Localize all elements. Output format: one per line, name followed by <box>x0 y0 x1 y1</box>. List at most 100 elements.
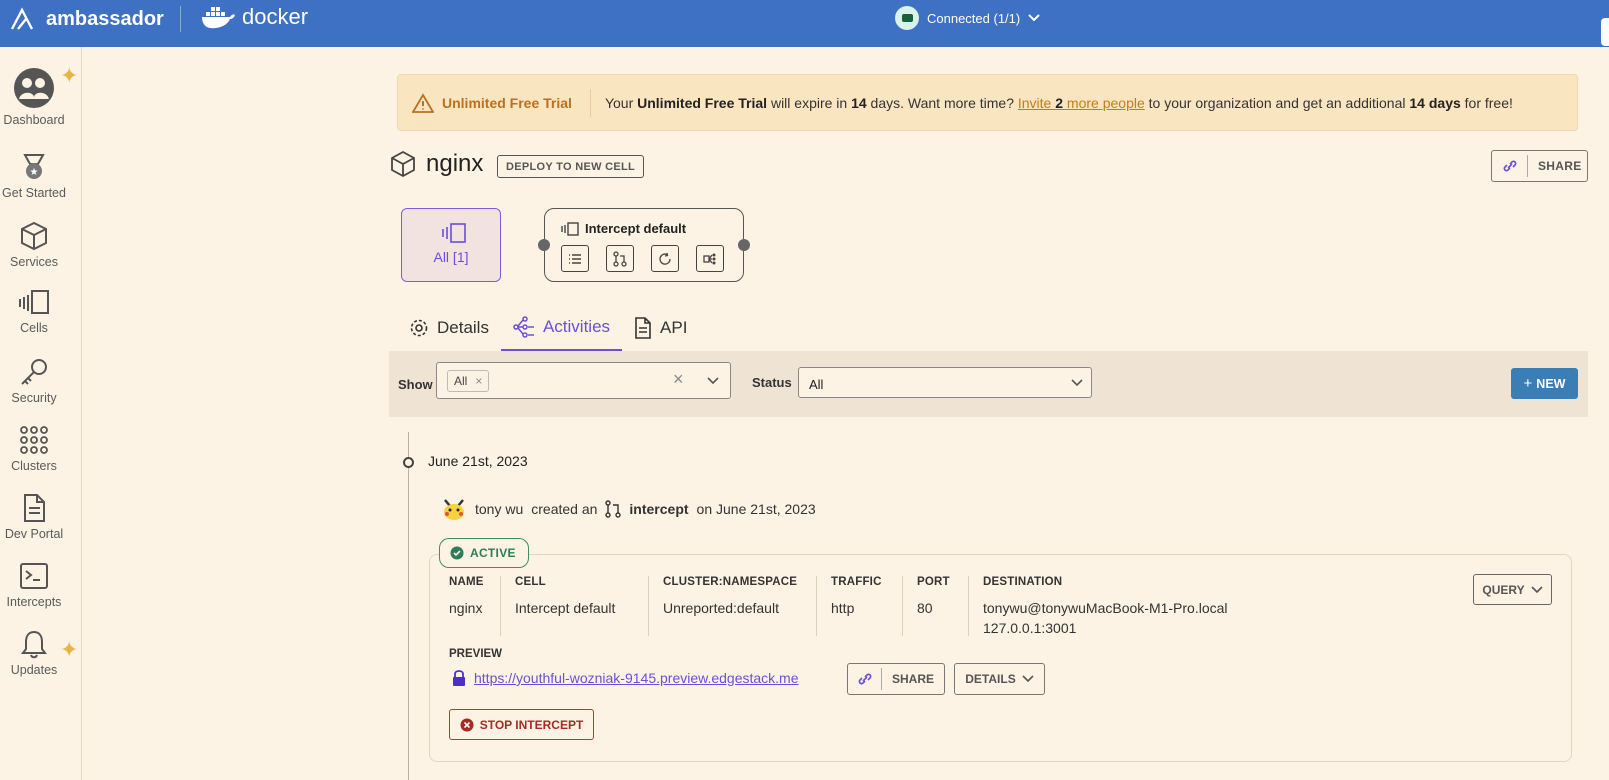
share-button[interactable]: SHARE <box>1491 150 1588 182</box>
filter-chip: All × <box>447 370 490 392</box>
svg-text:★: ★ <box>30 167 39 178</box>
sidebar-item-intercepts[interactable]: Intercepts <box>0 561 68 609</box>
tab-label: Details <box>437 318 489 337</box>
new-button[interactable]: + NEW <box>1511 368 1578 399</box>
clear-icon[interactable]: × <box>673 369 684 390</box>
sparkle-icon: ✦ <box>60 637 79 662</box>
refresh-action-button[interactable] <box>651 245 679 272</box>
warning-icon <box>412 92 434 113</box>
sidebar-item-dev-portal[interactable]: Dev Portal <box>0 493 68 541</box>
tab-label: API <box>660 318 688 337</box>
sidebar-label: Dashboard <box>3 113 65 127</box>
list-action-button[interactable] <box>561 245 589 272</box>
sidebar-item-cells[interactable]: Cells <box>0 289 68 335</box>
ambassador-logo[interactable]: ambassador <box>10 7 164 31</box>
tab-api[interactable]: API <box>622 305 699 351</box>
sidebar-label: Dev Portal <box>4 527 64 541</box>
stop-intercept-button[interactable]: STOP INTERCEPT <box>449 709 594 740</box>
sidebar-label: Updates <box>10 663 58 677</box>
column-header: PORT <box>917 576 950 588</box>
docker-whale-icon <box>202 7 235 29</box>
chip-remove-icon[interactable]: × <box>475 374 482 388</box>
edge-handle[interactable] <box>1601 18 1609 46</box>
tab-activities[interactable]: Activities <box>500 305 623 351</box>
sidebar-label: Intercepts <box>6 595 62 609</box>
cell-card-intercept[interactable]: Intercept default <box>538 208 750 282</box>
terminal-icon <box>20 563 48 589</box>
invite-link[interactable]: Invite 2 more people <box>1018 95 1145 111</box>
dashboard-avatar-icon <box>14 68 54 108</box>
status-select[interactable]: All <box>798 367 1092 398</box>
show-label: Show <box>398 377 433 392</box>
filter-bar: Show All × × Status All + NEW <box>389 351 1588 417</box>
column-header: DESTINATION <box>983 576 1063 588</box>
medal-icon: ★ <box>23 154 45 179</box>
query-label: QUERY <box>1482 582 1525 597</box>
chevron-down-icon <box>1531 585 1543 593</box>
column-value: Unreported:default <box>663 600 779 616</box>
status-label: Status <box>752 375 792 390</box>
invite-count: 2 <box>1055 94 1064 111</box>
query-button[interactable]: QUERY <box>1473 574 1552 605</box>
new-label: NEW <box>1536 376 1566 391</box>
sidebar-item-clusters[interactable]: Clusters <box>0 425 68 473</box>
x-circle-icon <box>460 718 474 731</box>
share-label: SHARE <box>892 672 935 686</box>
sidebar-label: Cells <box>20 321 48 335</box>
intercept-card-title: Intercept default <box>561 221 686 236</box>
connection-status[interactable]: Connected (1/1) <box>895 6 1040 30</box>
sidebar-item-get-started[interactable]: ★ Get Started <box>0 152 68 200</box>
status-badge: ACTIVE <box>439 538 529 568</box>
cells-icon <box>442 223 466 243</box>
service-title: nginx <box>426 150 484 177</box>
cube-icon <box>391 150 415 178</box>
invite-text: more people <box>1063 94 1145 111</box>
details-dropdown-button[interactable]: DETAILS <box>954 663 1045 695</box>
tab-bar: Details Activities API <box>397 305 699 351</box>
trial-title-text: Unlimited Free Trial <box>442 94 572 111</box>
intercept-action-button[interactable] <box>606 245 634 272</box>
trial-text: will expire in <box>767 94 852 111</box>
trial-text: for free! <box>1460 94 1513 111</box>
sidebar-item-security[interactable]: Security <box>0 357 68 405</box>
sidebar-item-services[interactable]: Services <box>0 221 68 269</box>
brand-name: ambassador <box>46 7 164 30</box>
trial-text: Your <box>604 94 638 111</box>
column-traffic: TRAFFIC http <box>816 576 894 636</box>
tab-details[interactable]: Details <box>397 305 501 351</box>
sidebar-item-updates[interactable]: Updates <box>0 629 68 677</box>
deploy-to-new-cell-button[interactable]: DEPLOY TO NEW CELL <box>497 155 645 178</box>
timeline-date: June 21st, 2023 <box>428 453 528 469</box>
chevron-down-icon[interactable] <box>707 377 719 385</box>
trial-text: to your organization and get an addition… <box>1144 94 1410 111</box>
grid-dots-icon <box>20 426 48 454</box>
invite-text: Invite <box>1017 94 1056 111</box>
preview-url-link[interactable]: https://youthful-wozniak-9145.preview.ed… <box>474 670 799 686</box>
document-icon <box>24 494 45 522</box>
sidebar-label: Get Started <box>2 186 66 200</box>
preview-share-button[interactable]: SHARE <box>847 663 945 695</box>
sidebar-label: Clusters <box>11 459 57 473</box>
top-bar: ambassador docker Connected (1/1) <box>0 0 1609 47</box>
status-text: ACTIVE <box>470 546 516 560</box>
trial-text: days. Want more time? <box>866 94 1018 111</box>
docker-name: docker <box>242 4 309 29</box>
column-value: 80 <box>917 600 933 616</box>
sidebar-item-dashboard[interactable]: Dashboard <box>0 67 68 127</box>
list-icon <box>569 253 581 264</box>
bell-icon <box>21 630 47 659</box>
link-icon <box>848 668 882 690</box>
column-header: CELL <box>515 576 546 588</box>
show-select[interactable]: All × × <box>436 362 731 399</box>
column-destination: DESTINATION tonywu@tonywuMacBook-M1-Pro.… <box>968 576 1240 636</box>
chip-label: All <box>454 374 468 388</box>
ambassador-icon <box>10 7 34 30</box>
sidebar: Dashboard ✦ ★ Get Started Services Cells… <box>0 47 82 780</box>
branch-action-button[interactable] <box>696 245 724 272</box>
column-value: tonywu@tonywuMacBook-M1-Pro.local 127.0.… <box>983 598 1228 638</box>
key-icon <box>21 359 47 385</box>
cell-card-all[interactable]: All [1] <box>401 208 501 282</box>
check-circle-icon <box>450 546 464 560</box>
activity-date: on June 21st, 2023 <box>696 501 816 517</box>
timeline-line <box>408 432 409 780</box>
